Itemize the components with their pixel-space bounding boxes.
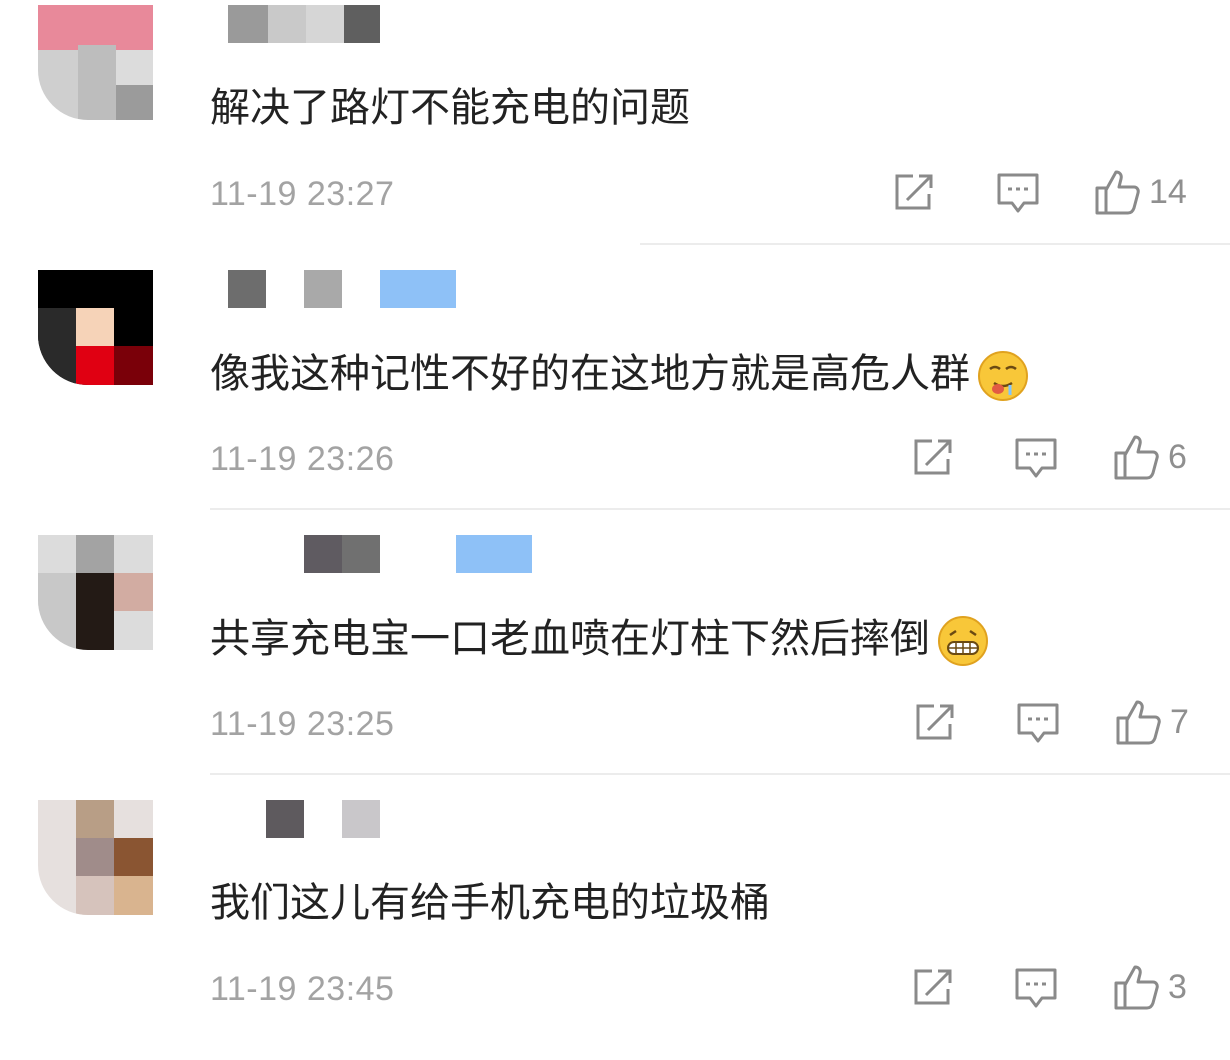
reply-button[interactable] (1014, 967, 1058, 1011)
comment-timestamp: 11-19 23:45 (210, 970, 395, 1008)
comment-icon (1017, 703, 1059, 743)
thumbs-up-icon (1114, 435, 1159, 480)
share-icon (916, 704, 954, 740)
comment-timestamp: 11-19 23:26 (210, 440, 395, 478)
share-icon (914, 969, 952, 1005)
comment-item: 解决了路灯不能充电的问题 11-19 23:27 14 (0, 0, 1230, 265)
reply-button[interactable] (1014, 437, 1058, 481)
share-icon (895, 174, 933, 210)
share-button[interactable] (912, 967, 956, 1007)
drooling-face-icon (978, 351, 1028, 401)
comment-item: 共享充电宝一口老血喷在灯柱下然后摔倒 11-19 23:25 7 (0, 530, 1230, 795)
like-count: 3 (1168, 967, 1187, 1006)
like-button[interactable]: 14 (1093, 168, 1187, 216)
comment-icon (1015, 968, 1057, 1008)
reply-button[interactable] (996, 172, 1040, 216)
avatar[interactable] (38, 800, 153, 915)
comment-text: 我们这儿有给手机充电的垃圾桶 (210, 880, 770, 926)
avatar[interactable] (38, 535, 153, 650)
share-icon (914, 439, 952, 475)
comment-icon (997, 173, 1039, 213)
comment-item: 像我这种记性不好的在这地方就是高危人群 11-19 23:26 6 (0, 265, 1230, 530)
comment-text-content: 像我这种记性不好的在这地方就是高危人群 (210, 351, 970, 397)
avatar[interactable] (38, 270, 153, 385)
like-count: 14 (1149, 172, 1187, 211)
divider (210, 508, 1230, 510)
comment-icon (1015, 438, 1057, 478)
share-button[interactable] (914, 702, 958, 742)
like-button[interactable]: 3 (1112, 963, 1187, 1011)
thumbs-up-icon (1116, 700, 1161, 745)
like-button[interactable]: 6 (1112, 433, 1187, 481)
avatar[interactable] (38, 5, 153, 120)
like-count: 6 (1168, 437, 1187, 476)
share-button[interactable] (912, 437, 956, 477)
like-count: 7 (1170, 702, 1189, 741)
like-button[interactable]: 7 (1114, 698, 1189, 746)
thumbs-up-icon (1095, 170, 1140, 215)
comment-text-content: 共享充电宝一口老血喷在灯柱下然后摔倒 (210, 616, 930, 662)
comment-timestamp: 11-19 23:27 (210, 175, 395, 213)
thumbs-up-icon (1114, 965, 1159, 1010)
comment-item: 我们这儿有给手机充电的垃圾桶 11-19 23:45 3 (0, 795, 1230, 1060)
comment-text: 像我这种记性不好的在这地方就是高危人群 (210, 349, 1030, 403)
divider (210, 773, 1230, 775)
divider (640, 243, 1230, 245)
comment-text: 解决了路灯不能充电的问题 (210, 85, 690, 131)
comment-timestamp: 11-19 23:25 (210, 705, 395, 743)
reply-button[interactable] (1016, 702, 1060, 746)
comment-text: 共享充电宝一口老血喷在灯柱下然后摔倒 (210, 614, 990, 668)
grinning-face-icon (938, 616, 988, 666)
share-button[interactable] (893, 172, 937, 212)
